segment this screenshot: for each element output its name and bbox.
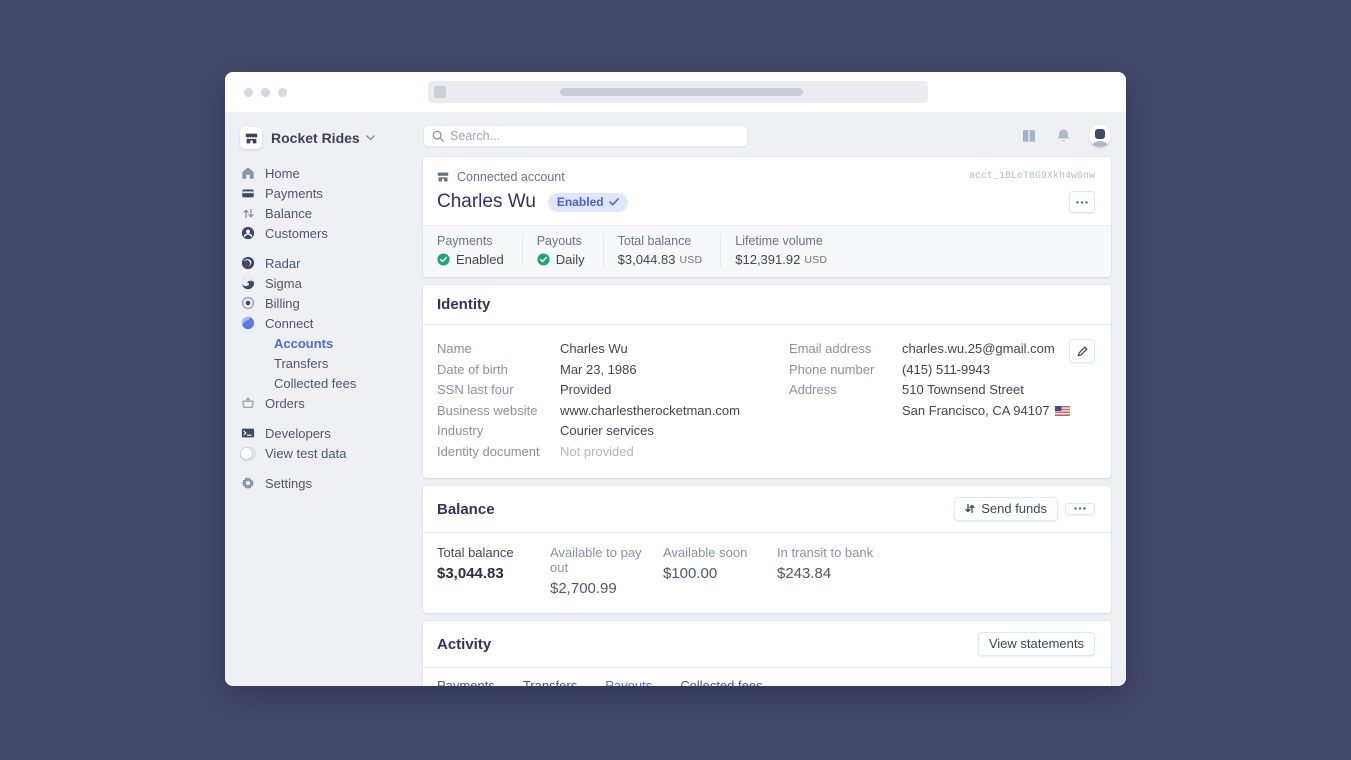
balance-overflow-button[interactable] (1065, 503, 1095, 515)
sidebar-item-orders[interactable]: Orders (240, 393, 423, 413)
green-check-icon (437, 253, 450, 266)
activity-title: Activity (437, 636, 491, 653)
page-title: Charles Wu (437, 191, 536, 213)
send-funds-arrows-icon (965, 503, 975, 514)
billing-icon (240, 296, 256, 310)
stat-lifetime-volume: Lifetime volume $12,391.92USD (721, 234, 845, 267)
sidebar-item-home[interactable]: Home (240, 163, 423, 183)
account-kind-label: Connected account (457, 170, 565, 184)
window-controls[interactable] (244, 88, 287, 97)
balance-stats-row: Total balance $3,044.83 Available to pay… (423, 533, 1111, 613)
balance-card: Balance Send funds Total balance (423, 486, 1111, 613)
sidebar-item-view-test-data[interactable]: View test data (240, 443, 423, 463)
balance-total: Total balance $3,044.83 (437, 545, 550, 597)
sidebar-item-radar[interactable]: Radar (240, 253, 423, 273)
home-icon (240, 166, 256, 180)
stat-payments: Payments Enabled (423, 234, 523, 267)
account-header-card: Connected account acct_1BLeT8G9Xkh4w0nw … (423, 157, 1111, 277)
balance-available-to-pay-out: Available to pay out $2,700.99 (550, 545, 663, 597)
tab-collected-fees[interactable]: Collected fees (680, 668, 762, 686)
sigma-icon (240, 276, 256, 290)
check-icon (609, 198, 619, 206)
sidebar-item-accounts[interactable]: Accounts (240, 333, 423, 353)
activity-card: Activity View statements Payments Transf… (423, 621, 1111, 686)
search-bar[interactable] (423, 125, 748, 147)
tab-payments[interactable]: Payments (437, 668, 495, 686)
search-icon (432, 130, 444, 142)
view-statements-button[interactable]: View statements (978, 632, 1095, 656)
connect-icon (240, 316, 256, 330)
ellipsis-icon (1076, 201, 1088, 204)
favicon-placeholder (434, 86, 446, 98)
sidebar-item-collected-fees[interactable]: Collected fees (240, 373, 423, 393)
sidebar-item-billing[interactable]: Billing (240, 293, 423, 313)
url-text-placeholder (560, 88, 803, 96)
edit-identity-button[interactable] (1069, 339, 1095, 363)
activity-tabs: Payments Transfers Payouts Collected fee… (423, 668, 1111, 686)
notifications-bell-icon[interactable] (1056, 128, 1071, 144)
send-funds-button[interactable]: Send funds (954, 497, 1058, 521)
stat-total-balance: Total balance $3,044.83USD (604, 234, 722, 267)
sidebar-item-payments[interactable]: Payments (240, 183, 423, 203)
account-switcher[interactable]: Rocket Rides (240, 127, 423, 149)
sidebar-item-balance[interactable]: Balance (240, 203, 423, 223)
sidebar-item-settings[interactable]: Settings (240, 473, 423, 493)
pencil-icon (1077, 346, 1088, 357)
url-bar (428, 81, 928, 103)
settings-gear-icon (240, 476, 256, 490)
sidebar: Rocket Rides Home Payments Balance Custo… (225, 112, 423, 686)
stat-payouts: Payouts Daily (523, 234, 604, 267)
green-check-icon (537, 253, 550, 266)
account-stats-row: Payments Enabled Payouts Daily (423, 225, 1111, 277)
account-id: acct_1BLeT8G9Xkh4w0nw (969, 171, 1095, 182)
balance-title: Balance (437, 501, 495, 518)
balance-arrows-icon (240, 207, 256, 220)
sidebar-item-transfers[interactable]: Transfers (240, 353, 423, 373)
browser-chrome (225, 72, 1126, 112)
customers-icon (240, 226, 256, 240)
radar-icon (240, 256, 256, 270)
identity-card: Identity NameCharles Wu Date of birthMar… (423, 285, 1111, 478)
tab-transfers[interactable]: Transfers (523, 668, 577, 686)
search-input[interactable] (450, 129, 739, 143)
us-flag-icon (1055, 406, 1070, 416)
main-content: Connected account acct_1BLeT8G9Xkh4w0nw … (423, 112, 1126, 686)
chevron-down-icon (366, 135, 375, 141)
browser-window: Rocket Rides Home Payments Balance Custo… (225, 72, 1126, 686)
connected-account-storefront-icon (437, 171, 449, 183)
balance-available-soon: Available soon $100.00 (663, 545, 777, 597)
identity-right-fields: Email addresscharles.wu.25@gmail.com Pho… (789, 339, 1095, 462)
test-data-toggle[interactable] (240, 447, 256, 460)
docs-book-icon[interactable] (1020, 129, 1038, 144)
sidebar-item-sigma[interactable]: Sigma (240, 273, 423, 293)
topbar (423, 125, 1111, 147)
org-name: Rocket Rides (271, 130, 360, 146)
ellipsis-icon (1074, 507, 1086, 510)
status-badge: Enabled (548, 193, 628, 212)
identity-title: Identity (437, 296, 490, 313)
user-avatar[interactable] (1089, 125, 1111, 147)
payments-icon (240, 186, 256, 200)
orders-basket-icon (240, 396, 256, 410)
sidebar-item-developers[interactable]: Developers (240, 423, 423, 443)
storefront-logo-icon (240, 127, 262, 149)
balance-in-transit: In transit to bank $243.84 (777, 545, 873, 597)
sidebar-item-connect[interactable]: Connect (240, 313, 423, 333)
developers-terminal-icon (240, 426, 256, 440)
tab-payouts[interactable]: Payouts (605, 668, 652, 686)
identity-left-fields: NameCharles Wu Date of birthMar 23, 1986… (437, 339, 789, 462)
account-overflow-button[interactable] (1069, 191, 1095, 213)
sidebar-item-customers[interactable]: Customers (240, 223, 423, 243)
